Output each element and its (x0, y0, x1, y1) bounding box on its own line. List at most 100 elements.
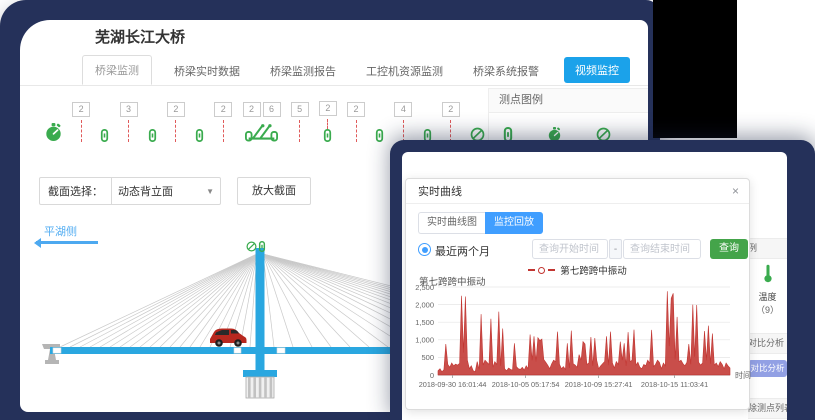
meter-icon (45, 123, 62, 142)
compare-section-header: 对比分析 (748, 333, 787, 354)
temperature-item[interactable]: 温度 （9） (748, 264, 787, 316)
range-separator: - (609, 239, 622, 259)
dashed-line (356, 120, 357, 142)
sensor-item-dash[interactable]: 2 (347, 90, 365, 142)
sensor-item-dash[interactable]: 2 (442, 90, 460, 142)
sensor-item-ban[interactable] (470, 90, 485, 142)
link-icon (323, 129, 332, 142)
dialog-header: 实时曲线 × (406, 179, 749, 204)
link-icon (148, 129, 157, 142)
legend-header-fragment: 例 (748, 238, 787, 259)
recent-two-months-label: 最近两个月 (435, 243, 490, 259)
point-list-section-header: 除测点列表 (748, 398, 787, 419)
sensor-count-badge: 4 (394, 102, 412, 117)
sensor-count-badge: 2 (167, 102, 185, 117)
svg-text:2018-10-09 15:27:41: 2018-10-09 15:27:41 (565, 380, 633, 389)
tab-2[interactable]: 桥梁监测报告 (268, 57, 338, 85)
legend-icons (489, 113, 648, 142)
screen: 芜湖长江大桥 桥梁监测桥梁实时数据桥梁监测报告工控机资源监测桥梁系统报警 视频监… (0, 0, 815, 420)
ban-icon[interactable] (246, 241, 257, 252)
page-title: 芜湖长江大桥 (95, 26, 185, 47)
legend-panel-title: 测点图例 (489, 89, 648, 113)
dashed-line (128, 120, 129, 142)
sensor-item-dash[interactable]: 3 (120, 90, 138, 142)
close-icon[interactable]: × (732, 179, 739, 203)
sensor-item-dash[interactable]: 2 (214, 90, 232, 142)
dialog-tab-0[interactable]: 实时曲线图 (418, 212, 485, 234)
link-icon (195, 129, 204, 142)
query-end-time-input[interactable] (623, 239, 701, 259)
vibration-chart: 05001,0001,5002,0002,5002018-09-30 16:01… (412, 283, 747, 403)
tab-3[interactable]: 工控机资源监测 (364, 57, 445, 85)
dialog-tabs: 实时曲线图监控回放 (418, 212, 543, 234)
video-monitor-button[interactable]: 视频监控 (564, 57, 630, 83)
sensor-item-dash[interactable]: 5 (291, 90, 309, 142)
sensor-count-badge: 2 (442, 102, 460, 117)
dashed-line (450, 120, 451, 142)
legend-series-name: 第七跨跨中振动 (560, 263, 627, 277)
dashed-line (81, 120, 82, 142)
sensor-count-badge: 2 (319, 101, 337, 116)
sensor-count-badge: 5 (291, 102, 309, 117)
dashed-line (299, 120, 300, 142)
bridge-side-label: 平湖侧 (44, 223, 77, 239)
sensor-row: 23222652242 (45, 90, 485, 142)
link-icon (375, 129, 384, 142)
sensor-item-link[interactable] (423, 90, 432, 142)
tower-sensor-icons (246, 241, 266, 252)
sensor-item-link[interactable] (375, 90, 384, 142)
section-controls: 截面选择： 动态背立面 ▼ 放大截面 (39, 178, 311, 204)
bridge-sensor-icon (245, 123, 278, 142)
svg-text:时间: 时间 (735, 370, 751, 380)
sensor-item-link[interactable] (100, 90, 109, 142)
sensor-item-dash[interactable]: 2 (72, 90, 90, 142)
sensor-count-badge: 6 (263, 102, 281, 117)
sensor-count-badge: 3 (120, 102, 138, 117)
temperature-label: 温度 (748, 290, 787, 303)
section-select-value: 动态背立面 (118, 183, 173, 199)
dialog-title: 实时曲线 (406, 186, 462, 198)
background-sidebar-strip: 例 温度 （9） 对比分析 对比分析 除测点列表 (748, 152, 787, 420)
temperature-count: （9） (748, 303, 787, 316)
query-button[interactable]: 查询 (710, 239, 748, 259)
section-select-group: 截面选择： 动态背立面 ▼ (39, 177, 221, 205)
sensor-item-meter[interactable] (45, 90, 62, 142)
dialog-tab-1[interactable]: 监控回放 (485, 212, 543, 234)
svg-text:2018-09-30 16:01:44: 2018-09-30 16:01:44 (419, 380, 487, 389)
link-icon[interactable] (258, 241, 266, 252)
thermometer-icon (763, 270, 773, 287)
legend-marker-line (548, 269, 555, 271)
sensor-count-badge: 2 (72, 102, 90, 117)
tab-4[interactable]: 桥梁系统报警 (471, 57, 541, 85)
sensor-item-dash[interactable]: 2 (167, 90, 185, 142)
sensor-count-badge: 2 (243, 102, 261, 117)
sensor-item-dash[interactable]: 4 (394, 90, 412, 142)
enlarge-section-button[interactable]: 放大截面 (237, 177, 311, 205)
svg-text:1,000: 1,000 (415, 336, 434, 345)
dialog-controls: 最近两个月 - 查询 (418, 239, 748, 261)
sensor-item-link[interactable] (148, 90, 157, 142)
svg-text:2018-10-05 05:17:54: 2018-10-05 05:17:54 (492, 380, 560, 389)
svg-text:0: 0 (430, 371, 434, 380)
sensor-item-bridge[interactable]: 26 (243, 90, 281, 142)
sensor-count-badge: 2 (214, 102, 232, 117)
query-start-time-input[interactable] (532, 239, 608, 259)
sensor-item-link[interactable] (195, 90, 204, 142)
compare-analysis-button[interactable]: 对比分析 (748, 360, 787, 377)
recent-two-months-radio[interactable] (418, 243, 431, 256)
tab-1[interactable]: 桥梁实时数据 (172, 57, 242, 85)
section-select-label: 截面选择： (40, 183, 111, 199)
svg-text:2,500: 2,500 (415, 283, 434, 292)
svg-text:500: 500 (421, 353, 434, 362)
modal-window: 例 温度 （9） 对比分析 对比分析 除测点列表 实时曲线 × 实时曲线图监控回… (390, 140, 815, 420)
dashed-line (175, 120, 176, 142)
black-region (653, 0, 737, 138)
legend-marker-circle (538, 267, 545, 274)
chevron-down-icon: ▼ (206, 187, 214, 196)
section-select[interactable]: 动态背立面 ▼ (111, 178, 220, 204)
dashed-line (223, 120, 224, 142)
tab-0[interactable]: 桥梁监测 (82, 55, 152, 85)
link-icon (100, 129, 109, 142)
sensor-item-dash-link[interactable]: 2 (319, 90, 337, 142)
dashed-line (327, 119, 328, 129)
